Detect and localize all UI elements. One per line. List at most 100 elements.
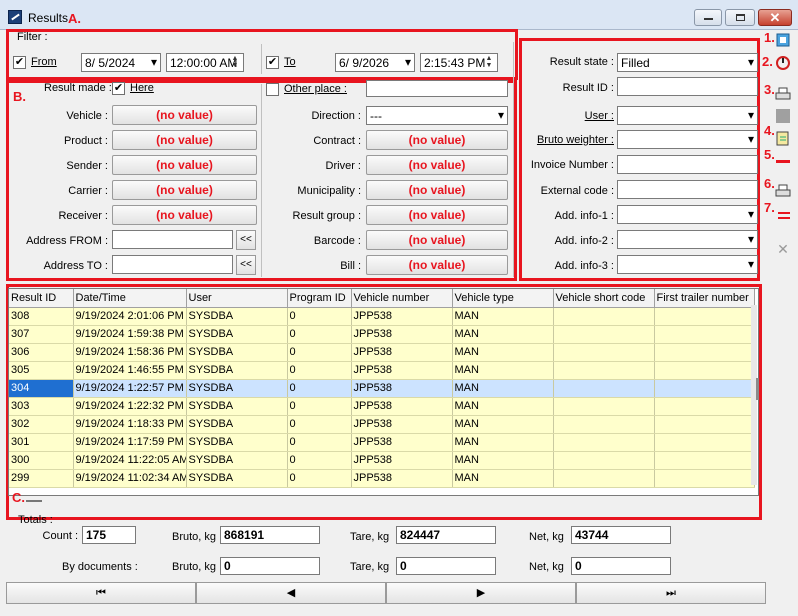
municipality-selector[interactable]: (no value) (366, 180, 508, 200)
barcode-selector[interactable]: (no value) (366, 230, 508, 250)
table-row[interactable]: 303 9/19/2024 1:22:32 PM SYSDBA 0 JPP538 MAN (9, 397, 755, 416)
print-preview-icon[interactable] (774, 183, 792, 201)
table-cell[interactable]: SYSDBA (186, 469, 288, 488)
table-cell[interactable]: MAN (452, 379, 554, 398)
column-header[interactable]: Vehicle short code (553, 289, 655, 308)
column-header[interactable]: User (186, 289, 288, 308)
from-time-spinner[interactable]: ▲ ▼ (228, 55, 242, 70)
contract-selector[interactable]: (no value) (366, 130, 508, 150)
table-cell[interactable]: JPP538 (351, 451, 453, 470)
table-cell[interactable]: SYSDBA (186, 397, 288, 416)
table-cell[interactable]: 9/19/2024 11:22:05 AM (73, 451, 187, 470)
table-cell[interactable]: 304 (9, 379, 74, 398)
table-cell[interactable] (553, 325, 655, 344)
table-cell[interactable]: 302 (9, 415, 74, 434)
from-time-input[interactable]: 12:00:00 AM ▲ ▼ (166, 53, 244, 72)
table-cell[interactable]: JPP538 (351, 325, 453, 344)
column-header[interactable]: Vehicle number (351, 289, 453, 308)
address-from-input[interactable] (112, 230, 233, 249)
table-cell[interactable]: MAN (452, 469, 554, 488)
table-cell[interactable]: SYSDBA (186, 415, 288, 434)
table-cell[interactable]: 9/19/2024 11:02:34 AM (73, 469, 187, 488)
table-cell[interactable]: JPP538 (351, 361, 453, 380)
table-cell[interactable]: 0 (287, 343, 352, 362)
from-checkbox[interactable]: ✔ (13, 56, 26, 69)
table-cell[interactable]: MAN (452, 325, 554, 344)
table-cell[interactable] (654, 343, 755, 362)
table-cell[interactable]: MAN (452, 343, 554, 362)
table-cell[interactable]: SYSDBA (186, 325, 288, 344)
table-cell[interactable]: 301 (9, 433, 74, 452)
table-cell[interactable]: MAN (452, 451, 554, 470)
delete-all-icon[interactable] (774, 207, 792, 225)
product-selector[interactable]: (no value) (112, 130, 257, 150)
table-row[interactable]: 302 9/19/2024 1:18:33 PM SYSDBA 0 JPP538 MAN (9, 415, 755, 434)
to-time-input[interactable]: 2:15:43 PM ▲ ▼ (420, 53, 498, 72)
last-record-button[interactable]: ⏭ (576, 582, 766, 604)
sender-selector[interactable]: (no value) (112, 155, 257, 175)
prev-record-button[interactable]: ◀ (196, 582, 386, 604)
table-cell[interactable]: 9/19/2024 1:22:32 PM (73, 397, 187, 416)
add-info-1-dropdown[interactable] (617, 205, 758, 224)
table-cell[interactable]: JPP538 (351, 379, 453, 398)
table-cell[interactable]: 0 (287, 361, 352, 380)
table-cell[interactable]: 9/19/2024 1:46:55 PM (73, 361, 187, 380)
table-row[interactable]: 307 9/19/2024 1:59:38 PM SYSDBA 0 JPP538 MAN (9, 325, 755, 344)
minimize-button[interactable] (694, 9, 722, 26)
table-cell[interactable] (553, 379, 655, 398)
table-cell[interactable]: 0 (287, 433, 352, 452)
column-header[interactable]: Result ID (9, 289, 74, 308)
table-row[interactable]: 304 9/19/2024 1:22:57 PM SYSDBA 0 JPP538 MAN (9, 379, 755, 398)
external-code-input[interactable] (617, 180, 758, 199)
table-cell[interactable]: 9/19/2024 2:01:06 PM (73, 307, 187, 326)
carrier-selector[interactable]: (no value) (112, 180, 257, 200)
export-icon[interactable] (774, 130, 792, 148)
table-cell[interactable]: 299 (9, 469, 74, 488)
stop-icon[interactable] (774, 108, 792, 126)
table-cell[interactable]: 0 (287, 379, 352, 398)
table-cell[interactable]: SYSDBA (186, 307, 288, 326)
to-date-picker[interactable]: 6/ 9/2026 (335, 53, 415, 72)
direction-dropdown[interactable]: --- (366, 106, 508, 125)
table-cell[interactable] (654, 415, 755, 434)
table-row[interactable]: 301 9/19/2024 1:17:59 PM SYSDBA 0 JPP538 MAN (9, 433, 755, 452)
table-cell[interactable] (553, 433, 655, 452)
table-cell[interactable]: MAN (452, 307, 554, 326)
table-cell[interactable]: SYSDBA (186, 433, 288, 452)
add-info-2-dropdown[interactable] (617, 230, 758, 249)
delete-icon[interactable] (774, 153, 792, 171)
table-cell[interactable] (654, 325, 755, 344)
receiver-selector[interactable]: (no value) (112, 205, 257, 225)
table-cell[interactable]: JPP538 (351, 307, 453, 326)
other-place-input[interactable] (366, 80, 508, 97)
result-id-input[interactable] (617, 77, 758, 96)
table-cell[interactable] (553, 415, 655, 434)
address-to-pick-button[interactable]: << (236, 255, 256, 275)
table-cell[interactable]: SYSDBA (186, 361, 288, 380)
column-header[interactable]: First trailer number (654, 289, 755, 308)
bruto-weighter-dropdown[interactable] (617, 130, 758, 149)
table-cell[interactable] (553, 361, 655, 380)
refresh-icon[interactable] (774, 55, 792, 73)
table-cell[interactable]: 9/19/2024 1:17:59 PM (73, 433, 187, 452)
table-cell[interactable]: 0 (287, 469, 352, 488)
here-checkbox[interactable]: ✔ (112, 82, 125, 95)
table-cell[interactable] (553, 397, 655, 416)
table-cell[interactable] (553, 469, 655, 488)
address-from-pick-button[interactable]: << (236, 230, 256, 250)
table-cell[interactable]: 0 (287, 397, 352, 416)
user-dropdown[interactable] (617, 106, 758, 125)
table-cell[interactable]: JPP538 (351, 343, 453, 362)
to-checkbox[interactable]: ✔ (266, 56, 279, 69)
table-cell[interactable]: SYSDBA (186, 343, 288, 362)
column-header[interactable]: Date/Time (73, 289, 187, 308)
close-button[interactable]: ✕ (758, 9, 792, 26)
table-cell[interactable]: 9/19/2024 1:18:33 PM (73, 415, 187, 434)
table-cell[interactable] (553, 343, 655, 362)
table-cell[interactable]: MAN (452, 433, 554, 452)
next-record-button[interactable]: ▶ (386, 582, 576, 604)
results-grid[interactable]: Result ID Date/Time User Program ID Vehi… (8, 288, 759, 496)
table-cell[interactable] (553, 451, 655, 470)
column-header[interactable]: Vehicle type (452, 289, 554, 308)
table-cell[interactable]: JPP538 (351, 469, 453, 488)
